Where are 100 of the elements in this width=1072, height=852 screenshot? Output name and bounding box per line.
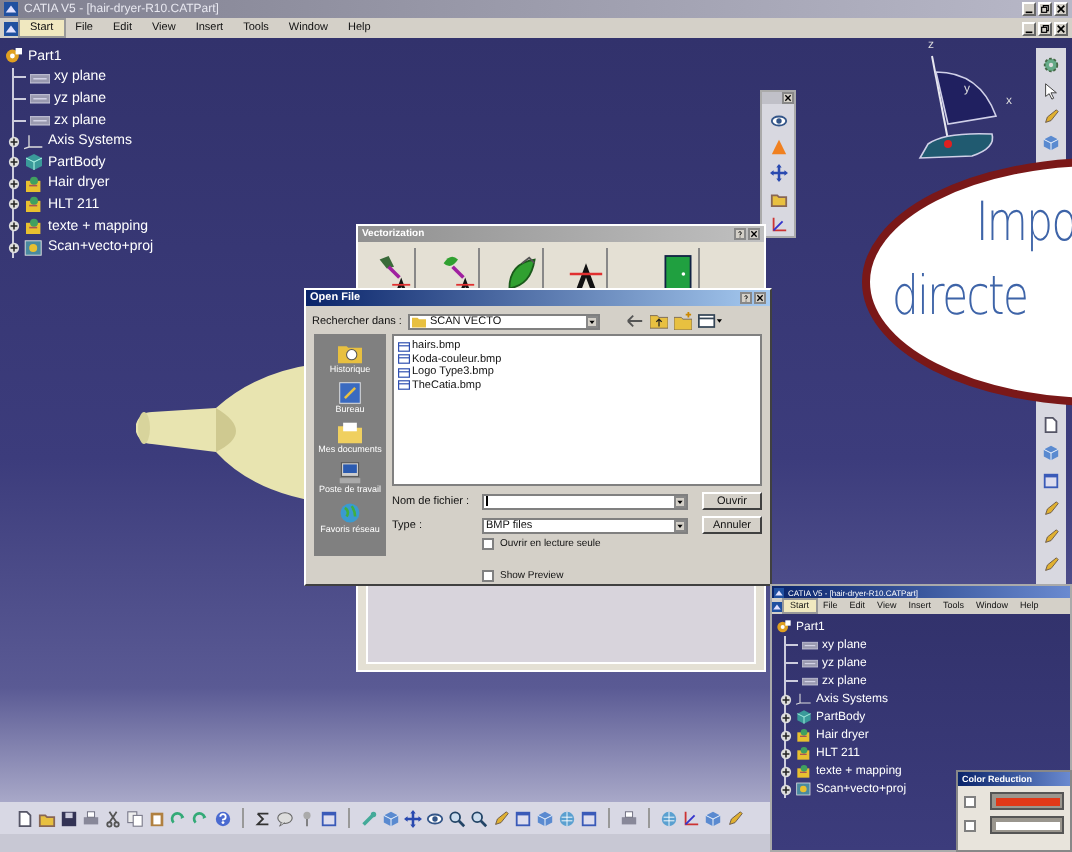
page-icon[interactable] bbox=[16, 809, 34, 827]
globe-icon bbox=[337, 502, 362, 524]
bubble-icon[interactable] bbox=[276, 809, 294, 827]
sigma-icon[interactable] bbox=[254, 809, 272, 827]
expand-icon[interactable] bbox=[780, 747, 792, 759]
dropdown-arrow-icon bbox=[674, 495, 686, 507]
expand-icon[interactable] bbox=[780, 783, 792, 795]
close-icon bbox=[1056, 4, 1066, 14]
cursor-icon[interactable] bbox=[1042, 82, 1060, 100]
close-button[interactable] bbox=[1054, 21, 1068, 35]
restore-icon bbox=[1040, 23, 1050, 33]
expand-icon[interactable] bbox=[8, 241, 20, 254]
app-icon bbox=[4, 21, 18, 35]
axes-icon[interactable] bbox=[769, 216, 787, 234]
minimize-button[interactable] bbox=[1022, 2, 1036, 16]
checkbox[interactable] bbox=[964, 795, 976, 807]
question-icon bbox=[736, 230, 744, 238]
eye-icon[interactable] bbox=[426, 809, 444, 827]
zoom-icon[interactable] bbox=[448, 809, 466, 827]
checkbox[interactable] bbox=[482, 570, 494, 582]
restore-button[interactable] bbox=[1038, 2, 1052, 16]
image-file-icon bbox=[398, 380, 410, 390]
close-icon bbox=[784, 94, 792, 102]
callout-text: Impo bbox=[976, 192, 1072, 254]
plane-icon bbox=[802, 638, 818, 652]
cross-arrows-icon[interactable] bbox=[404, 809, 422, 827]
close-button[interactable] bbox=[782, 92, 794, 104]
expand-icon[interactable] bbox=[8, 220, 20, 233]
scissors-icon[interactable] bbox=[104, 809, 122, 827]
color-dropdown[interactable] bbox=[990, 816, 1064, 834]
body-icon bbox=[796, 710, 812, 724]
close-button[interactable] bbox=[754, 292, 766, 304]
scan-set-icon bbox=[24, 239, 44, 256]
back-arrow-icon[interactable] bbox=[625, 312, 644, 330]
expand-icon[interactable] bbox=[8, 135, 20, 148]
window-icon[interactable] bbox=[320, 809, 338, 827]
pages-icon[interactable] bbox=[126, 809, 144, 827]
expand-icon[interactable] bbox=[8, 156, 20, 169]
restore-button[interactable] bbox=[1038, 21, 1052, 35]
window-icon[interactable] bbox=[514, 809, 532, 827]
cross-arrows-icon[interactable] bbox=[769, 164, 787, 182]
clipboard-icon[interactable] bbox=[148, 809, 166, 827]
image-file-icon bbox=[398, 354, 410, 364]
page-icon[interactable] bbox=[1042, 416, 1060, 434]
callout-text: directe bbox=[892, 266, 1028, 328]
zoom-icon[interactable] bbox=[470, 809, 488, 827]
expand-icon[interactable] bbox=[780, 765, 792, 777]
axis-system-icon bbox=[24, 133, 44, 150]
expand-icon[interactable] bbox=[780, 693, 792, 705]
expand-icon[interactable] bbox=[8, 177, 20, 190]
folder-icon[interactable] bbox=[38, 809, 56, 827]
gear-icon[interactable] bbox=[1042, 56, 1060, 74]
printer-icon[interactable] bbox=[82, 809, 100, 827]
close-icon bbox=[1056, 23, 1066, 33]
plane-icon bbox=[802, 674, 818, 688]
minimize-button[interactable] bbox=[1022, 21, 1036, 35]
pencil-icon[interactable] bbox=[726, 809, 744, 827]
close-button[interactable] bbox=[748, 228, 760, 240]
geometrical-set-icon bbox=[24, 175, 44, 192]
close-icon bbox=[750, 230, 758, 238]
pencil-icon[interactable] bbox=[1042, 108, 1060, 126]
plane-icon bbox=[30, 112, 50, 129]
eye-icon[interactable] bbox=[769, 112, 787, 130]
axes-icon[interactable] bbox=[682, 809, 700, 827]
checkbox[interactable] bbox=[482, 538, 494, 550]
view-menu-icon[interactable] bbox=[697, 312, 722, 330]
expand-icon[interactable] bbox=[780, 729, 792, 741]
folder-icon bbox=[337, 422, 362, 444]
plane-icon bbox=[30, 90, 50, 107]
image-file-icon bbox=[398, 367, 410, 377]
help-icon[interactable] bbox=[214, 809, 232, 827]
pencil-icon[interactable] bbox=[492, 809, 510, 827]
folder-icon[interactable] bbox=[769, 190, 787, 208]
scan-set-icon bbox=[796, 782, 812, 796]
question-icon bbox=[742, 294, 750, 302]
help-button[interactable] bbox=[734, 228, 746, 240]
expand-icon[interactable] bbox=[8, 198, 20, 211]
color-dropdown[interactable] bbox=[990, 792, 1064, 810]
body-icon bbox=[24, 154, 44, 171]
app-icon bbox=[4, 2, 18, 16]
close-button[interactable] bbox=[1054, 2, 1068, 16]
checkbox[interactable] bbox=[964, 819, 976, 831]
folder-up-icon[interactable] bbox=[649, 312, 668, 330]
printer-icon[interactable] bbox=[620, 809, 638, 827]
part-icon bbox=[4, 48, 24, 65]
close-icon bbox=[756, 294, 764, 302]
image-file-icon bbox=[398, 341, 410, 351]
window-icon[interactable] bbox=[1042, 472, 1060, 490]
expand-icon[interactable] bbox=[780, 711, 792, 723]
window-icon[interactable] bbox=[580, 809, 598, 827]
dropdown-arrow-icon bbox=[674, 519, 686, 531]
axis-system-icon bbox=[796, 692, 812, 706]
file-name-field[interactable] bbox=[482, 493, 688, 509]
geometrical-set-icon bbox=[796, 746, 812, 760]
geometrical-set-icon bbox=[24, 218, 44, 235]
app-icon bbox=[774, 587, 784, 597]
pin-icon[interactable] bbox=[298, 809, 316, 827]
geometrical-set-icon bbox=[24, 196, 44, 213]
folder-clock-icon bbox=[337, 342, 362, 364]
help-button[interactable] bbox=[740, 292, 752, 304]
